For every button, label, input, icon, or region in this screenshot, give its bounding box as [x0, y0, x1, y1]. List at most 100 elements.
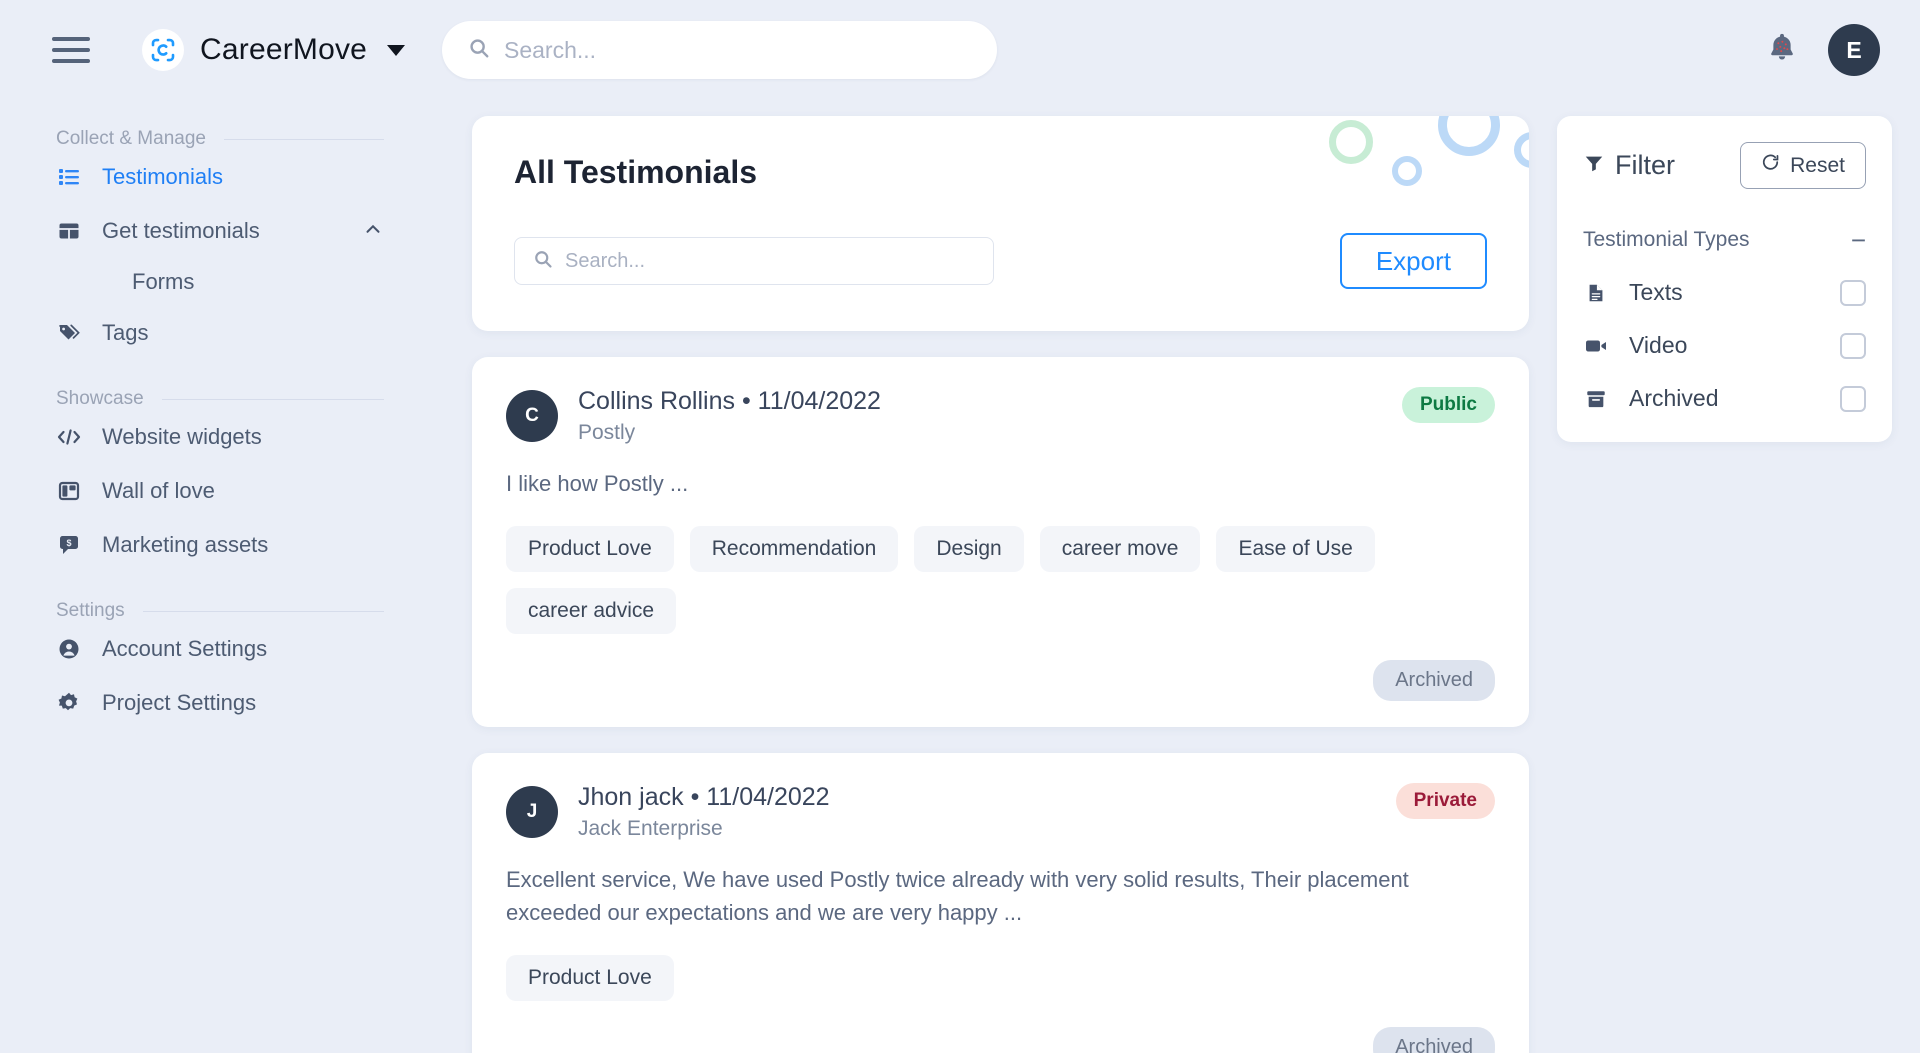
sidebar-item-marketing-assets[interactable]: $ Marketing assets: [0, 518, 442, 572]
sidebar-header: CareerMove: [0, 0, 442, 100]
testimonial-date: 11/04/2022: [706, 783, 829, 811]
content-area: All Testimonials Export: [442, 100, 1920, 1053]
testimonial-date: 11/04/2022: [758, 387, 881, 415]
filter-option-texts[interactable]: Texts: [1583, 279, 1866, 306]
sidebar-section-label: Collect & Manage: [56, 128, 206, 150]
code-icon: [56, 424, 82, 450]
tag-icon: [56, 320, 82, 346]
filter-title-label: Filter: [1615, 150, 1675, 181]
refresh-icon: [1761, 153, 1780, 178]
reset-button-label: Reset: [1790, 154, 1845, 178]
filter-checkbox[interactable]: [1840, 386, 1866, 412]
document-icon: [1583, 282, 1609, 304]
collapse-toggle-icon[interactable]: −: [1851, 227, 1866, 253]
filter-header: Filter Reset: [1583, 142, 1866, 189]
search-icon: [533, 249, 553, 274]
brand-switcher[interactable]: CareerMove: [142, 29, 405, 71]
tag-chip[interactable]: Design: [914, 526, 1023, 572]
testimonial-card[interactable]: C Collins Rollins • 11/04/2022 Postly Pu…: [472, 357, 1529, 727]
testimonial-meta: Jhon jack • 11/04/2022 Jack Enterprise: [578, 783, 830, 841]
visibility-badge: Public: [1402, 387, 1495, 423]
archive-box-icon: [1583, 388, 1609, 410]
filter-option-video[interactable]: Video: [1583, 332, 1866, 359]
filter-option-archived[interactable]: Archived: [1583, 385, 1866, 412]
separator: •: [742, 387, 751, 415]
sidebar-section-label: Showcase: [56, 388, 144, 410]
sidebar-item-project-settings[interactable]: Project Settings: [0, 676, 442, 730]
filter-checkbox[interactable]: [1840, 333, 1866, 359]
tag-chip[interactable]: Ease of Use: [1216, 526, 1374, 572]
global-search-input[interactable]: [504, 37, 971, 64]
export-button[interactable]: Export: [1340, 233, 1487, 289]
testimonial-header: J Jhon jack • 11/04/2022 Jack Enterprise…: [506, 783, 1495, 841]
app-root: CareerMove Collect & Manage Testimonials: [0, 0, 1920, 1053]
reset-button[interactable]: Reset: [1740, 142, 1866, 189]
author-name: Collins Rollins: [578, 387, 735, 415]
all-testimonials-header-card: All Testimonials Export: [472, 116, 1529, 331]
layout-icon: [56, 478, 82, 504]
chevron-up-icon[interactable]: [362, 218, 384, 245]
sidebar-section-label: Settings: [56, 600, 125, 622]
avatar: C: [506, 390, 558, 442]
sidebar-item-get-testimonials[interactable]: Get testimonials: [0, 204, 442, 258]
funnel-icon: [1583, 150, 1605, 181]
sidebar-item-label: Wall of love: [102, 478, 215, 504]
sidebar-section-showcase: Showcase: [0, 388, 442, 410]
sidebar-item-label: Marketing assets: [102, 532, 268, 558]
tag-chip[interactable]: Product Love: [506, 526, 674, 572]
sidebar-item-forms[interactable]: Forms: [0, 258, 442, 306]
tag-chip[interactable]: Product Love: [506, 955, 674, 1001]
sidebar-item-label: Project Settings: [102, 690, 256, 716]
testimonial-card[interactable]: J Jhon jack • 11/04/2022 Jack Enterprise…: [472, 753, 1529, 1053]
avatar-initial: C: [525, 405, 539, 427]
filter-checkbox[interactable]: [1840, 280, 1866, 306]
filter-option-label: Video: [1629, 332, 1687, 359]
sidebar-item-account-settings[interactable]: Account Settings: [0, 622, 442, 676]
sidebar-item-testimonials[interactable]: Testimonials: [0, 150, 442, 204]
separator: •: [691, 783, 700, 811]
table-icon: [56, 218, 82, 244]
testimonials-column: All Testimonials Export: [472, 116, 1529, 1053]
filter-card: Filter Reset Testimonial Type: [1557, 116, 1892, 442]
testimonial-tags: Product Love Recommendation Design caree…: [506, 526, 1495, 634]
testimonial-body: I like how Postly ...: [506, 467, 1466, 500]
testimonial-company: Postly: [578, 421, 881, 445]
status-badge: Archived: [1373, 1027, 1495, 1053]
hamburger-menu-icon[interactable]: [52, 37, 90, 63]
gear-icon: [56, 690, 82, 716]
filter-group-label: Testimonial Types: [1583, 228, 1750, 252]
sidebar-section-settings: Settings: [0, 600, 442, 622]
testimonial-search[interactable]: [514, 237, 994, 285]
global-search[interactable]: [442, 21, 997, 79]
divider: [143, 611, 384, 612]
testimonial-search-input[interactable]: [565, 250, 975, 273]
filter-title: Filter: [1583, 150, 1675, 181]
tag-chip[interactable]: career move: [1040, 526, 1201, 572]
search-icon: [468, 37, 490, 64]
list-icon: [56, 164, 82, 190]
sidebar-item-label: Get testimonials: [102, 218, 260, 244]
sidebar-item-wall-of-love[interactable]: Wall of love: [0, 464, 442, 518]
filter-option-label: Archived: [1629, 385, 1718, 412]
app-logo-icon: [142, 29, 184, 71]
chevron-down-icon[interactable]: [387, 45, 405, 56]
author-name: Jhon jack: [578, 783, 684, 811]
tag-chip[interactable]: career advice: [506, 588, 676, 634]
status-badge: Archived: [1373, 660, 1495, 701]
sidebar-item-tags[interactable]: Tags: [0, 306, 442, 360]
sidebar: CareerMove Collect & Manage Testimonials: [0, 0, 442, 1053]
decorative-rings: [472, 116, 1529, 331]
sidebar-item-website-widgets[interactable]: Website widgets: [0, 410, 442, 464]
sidebar-item-label: Forms: [132, 269, 194, 295]
testimonial-company: Jack Enterprise: [578, 817, 830, 841]
video-camera-icon: [1583, 335, 1609, 357]
tag-chip[interactable]: Recommendation: [690, 526, 899, 572]
testimonial-meta: Collins Rollins • 11/04/2022 Postly: [578, 387, 881, 445]
avatar: J: [506, 786, 558, 838]
filter-group-testimonial-types[interactable]: Testimonial Types −: [1583, 227, 1866, 253]
bell-icon[interactable]: [1766, 31, 1798, 70]
svg-text:$: $: [66, 538, 71, 548]
user-avatar[interactable]: E: [1828, 24, 1880, 76]
testimonial-tags: Product Love: [506, 955, 1495, 1001]
visibility-badge: Private: [1396, 783, 1495, 819]
